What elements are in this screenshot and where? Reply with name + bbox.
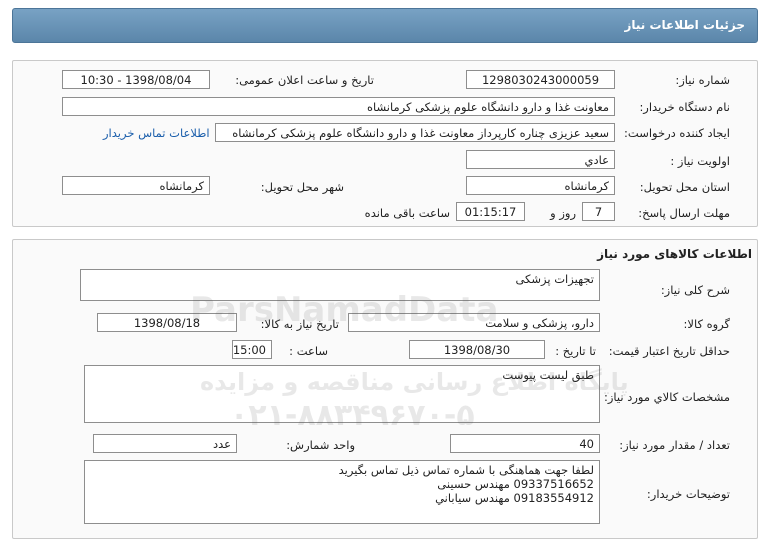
goods-group-label: گروه کالا: xyxy=(683,317,730,331)
specs-field[interactable]: طبق لیست پیوست xyxy=(84,365,600,423)
deadline-days-field[interactable]: 7 xyxy=(582,202,615,221)
deadline-label: مهلت ارسال پاسخ: xyxy=(638,206,730,220)
page-title: جزئیات اطلاعات نیاز xyxy=(624,18,745,32)
deadline-time-field[interactable]: 01:15:17 xyxy=(456,202,525,221)
price-validity-label: حداقل تاریخ اعتبار قیمت: xyxy=(608,344,730,358)
goods-section-title: اطلاعات کالاهای مورد نیاز xyxy=(597,247,752,261)
specs-label: مشخصات کالاي مورد نیاز: xyxy=(603,390,730,404)
delivery-city-label: شهر محل تحویل: xyxy=(260,180,344,194)
unit-label: واحد شمارش: xyxy=(286,438,355,452)
until-date-label: تا تاریخ : xyxy=(555,344,596,358)
quantity-label: تعداد / مقدار مورد نیاز: xyxy=(619,438,730,452)
buyer-notes-line-2: 09337516652 مهندس حسینی xyxy=(437,477,594,491)
buyer-org-field[interactable]: معاونت غذا و دارو دانشگاه علوم پزشکی کرم… xyxy=(62,97,615,116)
buyer-contact-link[interactable]: اطلاعات تماس خریدار xyxy=(103,126,210,140)
price-validity-time-label: ساعت : xyxy=(289,344,328,358)
priority-label: اولویت نیاز : xyxy=(670,154,730,168)
requester-field[interactable]: سعید عزیزی چناره کارپرداز معاونت غذا و د… xyxy=(215,123,615,142)
buyer-notes-line-1: لطفا جهت هماهنگی با شماره تماس ذیل تماس … xyxy=(338,463,594,477)
delivery-province-label: استان محل تحویل: xyxy=(639,180,730,194)
buyer-org-label: نام دستگاه خریدار: xyxy=(639,100,730,114)
delivery-province-field[interactable]: کرمانشاه xyxy=(466,176,615,195)
delivery-city-field[interactable]: کرمانشاه xyxy=(62,176,210,195)
announce-date-label: تاریخ و ساعت اعلان عمومی: xyxy=(235,73,374,87)
announce-date-field[interactable]: 1398/08/04 - 10:30 xyxy=(62,70,210,89)
priority-field[interactable]: عادي xyxy=(466,150,615,169)
need-number-label: شماره نیاز: xyxy=(675,73,730,87)
summary-field[interactable]: تجهیزات پزشکی xyxy=(80,269,600,301)
quantity-field[interactable]: 40 xyxy=(450,434,600,453)
buyer-notes-field[interactable]: لطفا جهت هماهنگی با شماره تماس ذیل تماس … xyxy=(84,460,600,524)
price-validity-time-field[interactable]: 15:00 xyxy=(232,340,272,359)
page-header: جزئیات اطلاعات نیاز xyxy=(12,8,758,43)
need-date-label: تاریخ نیاز به کالا: xyxy=(260,317,339,331)
unit-field[interactable]: عدد xyxy=(93,434,237,453)
requester-label: ایجاد کننده درخواست: xyxy=(624,126,730,140)
summary-label: شرح کلی نیاز: xyxy=(660,283,730,297)
price-validity-date-field[interactable]: 1398/08/30 xyxy=(409,340,545,359)
need-date-field[interactable]: 1398/08/18 xyxy=(97,313,237,332)
goods-group-field[interactable]: دارو، پزشکی و سلامت xyxy=(348,313,600,332)
need-number-field[interactable]: 1298030243000059 xyxy=(466,70,615,89)
days-and-label: روز و xyxy=(550,206,576,220)
remaining-label: ساعت باقی مانده xyxy=(364,206,450,220)
buyer-notes-label: توضیحات خریدار: xyxy=(646,487,730,501)
buyer-notes-line-3: 09183554912 مهندس سیاباني xyxy=(435,491,594,505)
